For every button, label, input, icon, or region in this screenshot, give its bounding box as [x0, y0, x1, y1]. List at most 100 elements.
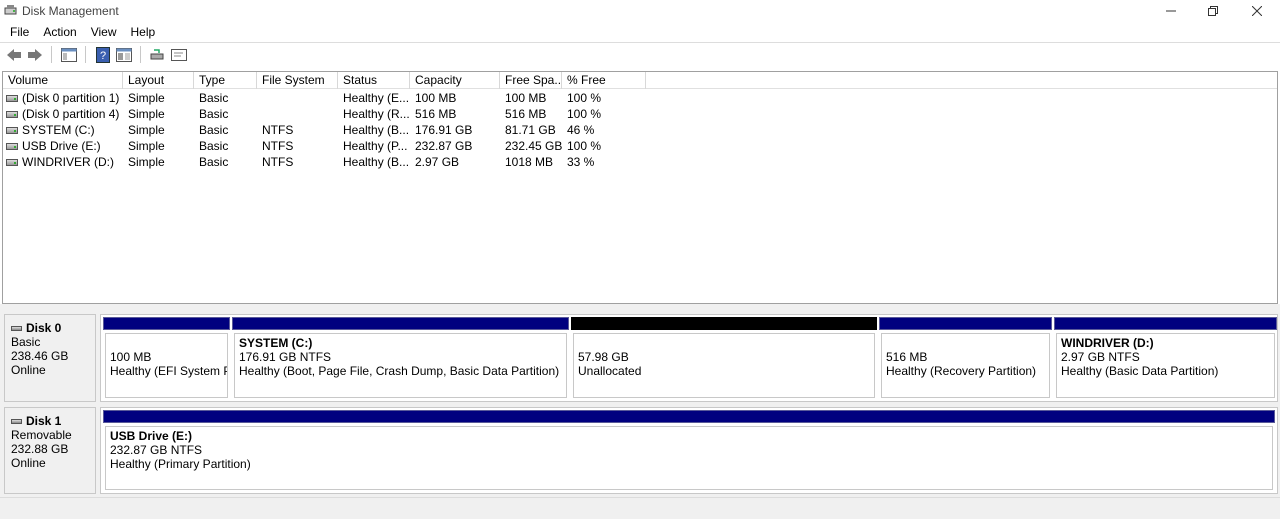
disk-label-disk-0[interactable]: Disk 0 Basic 238.46 GB Online — [4, 314, 96, 402]
partition-windriver-d[interactable]: WINDRIVER (D:) 2.97 GB NTFS Healthy (Bas… — [1054, 317, 1277, 399]
disk-label-disk-1[interactable]: Disk 1 Removable 232.88 GB Online — [4, 407, 96, 494]
restore-button[interactable] — [1190, 0, 1236, 22]
partition-name — [110, 336, 227, 350]
table-row[interactable]: WINDRIVER (D:) Simple Basic NTFS Healthy… — [3, 154, 646, 170]
volume-name: WINDRIVER (D:) — [22, 155, 114, 169]
drive-icon — [6, 142, 18, 150]
volume-name: (Disk 0 partition 4) — [22, 107, 120, 121]
help-icon: ? — [95, 46, 110, 63]
menu-help[interactable]: Help — [124, 22, 163, 42]
close-button[interactable] — [1234, 0, 1280, 22]
volume-name: USB Drive (E:) — [22, 139, 101, 153]
file-system-cell: NTFS — [262, 155, 294, 169]
partition-bar — [103, 410, 1275, 423]
toolbar: ? — [0, 42, 1280, 66]
window-title: Disk Management — [22, 4, 119, 18]
layout-cell: Simple — [128, 107, 165, 121]
percent-free-cell: 100 % — [567, 91, 602, 105]
partition-body: 100 MB Healthy (EFI System Partition) — [105, 333, 228, 398]
menu-view[interactable]: View — [84, 22, 124, 42]
percent-free-cell: 100 % — [567, 139, 602, 153]
drive-icon — [6, 110, 18, 118]
disk-name: Disk 0 — [11, 321, 95, 335]
table-row[interactable]: USB Drive (E:) Simple Basic NTFS Healthy… — [3, 138, 646, 154]
column-header-capacity[interactable]: Capacity — [410, 72, 500, 89]
status-cell: Healthy (E... — [343, 91, 410, 105]
close-icon — [1252, 6, 1262, 16]
type-cell: Basic — [199, 139, 229, 153]
disk-row-disk-1: Disk 1 Removable 232.88 GB Online USB Dr… — [4, 407, 1278, 494]
column-header-type[interactable]: Type — [194, 72, 257, 89]
free-space-cell: 516 MB — [505, 107, 547, 121]
partition-name: SYSTEM (C:) — [239, 336, 313, 350]
forward-icon — [27, 48, 42, 61]
disk-row-disk-0: Disk 0 Basic 238.46 GB Online 100 MB Hea… — [4, 314, 1278, 402]
volume-cell: USB Drive (E:) — [3, 138, 123, 154]
partition-status: Healthy (Recovery Partition) — [886, 364, 1037, 378]
type-cell: Basic — [199, 107, 229, 121]
column-header-file-system[interactable]: File System — [257, 72, 338, 89]
free-space-cell: 100 MB — [505, 91, 547, 105]
show-hide-tree-icon — [60, 47, 77, 62]
file-system-cell: NTFS — [262, 139, 294, 153]
title-bar: Disk Management — [0, 0, 1280, 22]
partition-body: WINDRIVER (D:) 2.97 GB NTFS Healthy (Bas… — [1056, 333, 1275, 398]
properties-button[interactable] — [114, 45, 133, 64]
partition-size: 2.97 GB NTFS — [1061, 350, 1140, 364]
table-row[interactable]: (Disk 0 partition 4) Simple Basic Health… — [3, 106, 646, 122]
partition-bar — [879, 317, 1052, 330]
partition-system-c[interactable]: SYSTEM (C:) 176.91 GB NTFS Healthy (Boot… — [232, 317, 569, 399]
console-icon — [170, 48, 187, 61]
partition-status: Healthy (EFI System Partition) — [110, 364, 227, 378]
partition-status: Healthy (Primary Partition) — [110, 457, 251, 471]
forward-button[interactable] — [25, 45, 44, 64]
partition-bar — [571, 317, 877, 330]
menu-file[interactable]: File — [3, 22, 36, 42]
partition-efi[interactable]: 100 MB Healthy (EFI System Partition) — [103, 317, 230, 399]
minimize-button[interactable] — [1148, 0, 1194, 22]
show-hide-tree-button[interactable] — [59, 45, 78, 64]
partition-unallocated[interactable]: 57.98 GB Unallocated — [571, 317, 877, 399]
layout-cell: Simple — [128, 139, 165, 153]
disk-graphical-view: Disk 0 Basic 238.46 GB Online 100 MB Hea… — [0, 312, 1280, 519]
volume-cell: WINDRIVER (D:) — [3, 154, 123, 170]
partition-body: USB Drive (E:) 232.87 GB NTFS Healthy (P… — [105, 426, 1273, 490]
disk-type: Removable — [11, 428, 72, 442]
table-row[interactable]: SYSTEM (C:) Simple Basic NTFS Healthy (B… — [3, 122, 646, 138]
volume-list[interactable]: Volume Layout Type File System Status Ca… — [2, 71, 1278, 304]
column-header-layout[interactable]: Layout — [123, 72, 194, 89]
console-button[interactable] — [169, 45, 188, 64]
type-cell: Basic — [199, 123, 229, 137]
percent-free-cell: 33 % — [567, 155, 595, 169]
partition-body: 516 MB Healthy (Recovery Partition) — [881, 333, 1050, 398]
file-system-cell — [257, 90, 338, 106]
partition-recovery[interactable]: 516 MB Healthy (Recovery Partition) — [879, 317, 1052, 399]
properties-icon — [115, 47, 132, 62]
table-row[interactable]: (Disk 0 partition 1) Simple Basic Health… — [3, 90, 646, 106]
menu-action[interactable]: Action — [36, 22, 83, 42]
disk-icon — [11, 325, 22, 331]
volume-rows: (Disk 0 partition 1) Simple Basic Health… — [3, 90, 646, 170]
partition-usb-drive-e[interactable]: USB Drive (E:) 232.87 GB NTFS Healthy (P… — [103, 410, 1275, 491]
column-header-percent-free[interactable]: % Free — [562, 72, 646, 89]
file-system-cell — [257, 106, 338, 122]
column-header-status[interactable]: Status — [338, 72, 410, 89]
layout-cell: Simple — [128, 123, 165, 137]
volume-name: (Disk 0 partition 1) — [22, 91, 120, 105]
toolbar-separator — [51, 46, 52, 63]
disk-size: 238.46 GB — [11, 349, 69, 363]
rescan-disks-button[interactable] — [148, 45, 167, 64]
column-header-free-space[interactable]: Free Spa... — [500, 72, 562, 89]
partition-bar — [103, 317, 230, 330]
column-header-volume[interactable]: Volume — [3, 72, 123, 89]
partition-size: 100 MB — [110, 350, 152, 364]
disk-1-partitions: USB Drive (E:) 232.87 GB NTFS Healthy (P… — [100, 407, 1278, 494]
toolbar-separator — [85, 46, 86, 63]
back-icon — [6, 48, 21, 61]
back-button[interactable] — [4, 45, 23, 64]
help-button[interactable]: ? — [93, 45, 112, 64]
type-cell: Basic — [199, 91, 229, 105]
disk-name-text: Disk 1 — [26, 414, 62, 428]
capacity-cell: 2.97 GB — [415, 155, 460, 169]
disk-state: Online — [11, 363, 46, 377]
